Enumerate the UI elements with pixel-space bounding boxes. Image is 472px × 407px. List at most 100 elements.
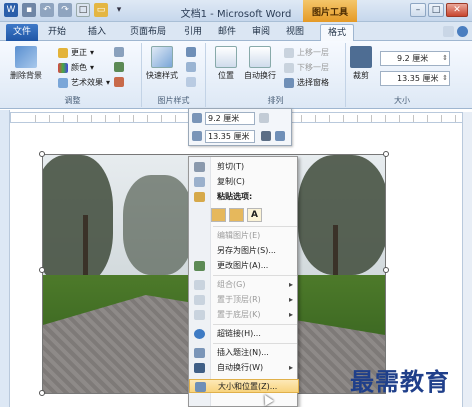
compress-pictures-icon[interactable] — [114, 47, 124, 57]
menu-item-cut[interactable]: 剪切(T) — [189, 160, 299, 174]
arrange-group-label: 排列 — [267, 96, 284, 105]
paste-icon — [194, 192, 205, 202]
artistic-effects-button[interactable]: 艺术效果 ▾ — [58, 77, 110, 88]
menu-item-insert-caption[interactable]: 插入题注(N)... — [189, 346, 299, 360]
tab-view[interactable]: 视图 — [282, 24, 308, 41]
remove-background-button[interactable]: 删除背景 — [6, 46, 46, 81]
tab-references[interactable]: 引用 — [180, 24, 206, 41]
close-icon[interactable]: ✕ — [446, 3, 468, 17]
ribbon: 删除背景 更正 ▾ 颜色 ▾ 艺术效果 ▾ 调整 快速样式 图片样式 位置 自动… — [0, 41, 472, 109]
menu-item-bring-to-front[interactable]: 置于顶层(R) ▸ — [189, 293, 299, 307]
selection-pane-button[interactable]: 选择窗格 — [284, 77, 329, 88]
mini-width-field[interactable]: 13.35 厘米 — [205, 130, 255, 143]
wrap-text-icon — [194, 363, 205, 373]
paste-picture-icon[interactable] — [229, 208, 244, 222]
width-field[interactable]: 13.35 厘米 ⇕ — [380, 71, 450, 86]
paste-text-only-icon[interactable]: A — [247, 208, 262, 222]
menu-item-send-to-back[interactable]: 置于底层(K) ▸ — [189, 308, 299, 322]
resize-handle[interactable] — [383, 267, 389, 273]
context-menu: 剪切(T) 复制(C) 粘贴选项: A 编辑图片(E) 另存为图片(S)... … — [188, 156, 299, 407]
mini-toolbar: 9.2 厘米 13.35 厘米 — [188, 108, 292, 146]
bring-forward-button[interactable]: 上移一层 — [284, 47, 329, 58]
copy-icon — [194, 177, 205, 187]
picture-styles-group-label: 图片样式 — [157, 96, 190, 105]
crop-icon — [350, 46, 372, 68]
vertical-scrollbar[interactable] — [462, 112, 472, 407]
submenu-arrow-icon: ▸ — [288, 295, 293, 304]
artistic-effects-icon — [58, 77, 68, 88]
selection-pane-icon — [284, 77, 294, 88]
vertical-ruler[interactable] — [0, 122, 10, 407]
bring-forward-icon[interactable] — [259, 113, 269, 123]
picture-effects-icon[interactable] — [186, 62, 196, 72]
submenu-arrow-icon: ▸ — [288, 363, 293, 372]
wrap-text-icon — [249, 46, 271, 68]
resize-handle[interactable] — [39, 151, 45, 157]
height-field[interactable]: 9.2 厘米 ⇕ — [380, 51, 450, 66]
ribbon-tabs: 文件 开始 插入 页面布局 引用 邮件 审阅 视图 格式 — [0, 22, 472, 41]
position-icon — [215, 46, 237, 68]
window-controls: – □ ✕ — [410, 3, 468, 17]
adjust-group-label: 调整 — [64, 96, 81, 105]
title-bar: W ▪ ↶ ↷ □ ▭ ▾ 文档1 - Microsoft Word 图片工具 … — [0, 0, 472, 22]
width-spinner-icon[interactable]: ⇕ — [442, 72, 448, 85]
send-to-back-icon — [194, 310, 205, 320]
bring-forward-icon — [284, 47, 294, 58]
bring-to-front-icon — [194, 295, 205, 305]
submenu-arrow-icon: ▸ — [288, 280, 293, 289]
crop-icon[interactable] — [261, 131, 271, 141]
tab-file[interactable]: 文件 — [6, 24, 38, 41]
send-backward-icon — [284, 62, 294, 73]
size-group: 裁剪 9.2 厘米 ⇕ 13.35 厘米 ⇕ 大小 — [346, 43, 458, 107]
tab-format[interactable]: 格式 — [320, 24, 354, 41]
paste-keep-source-icon[interactable] — [211, 208, 226, 222]
size-group-label: 大小 — [394, 96, 410, 105]
hyperlink-icon — [194, 329, 205, 339]
reset-picture-icon[interactable] — [114, 77, 124, 87]
menu-item-save-as-picture[interactable]: 另存为图片(S)... — [189, 244, 299, 258]
resize-handle[interactable] — [39, 267, 45, 273]
cut-icon — [194, 162, 205, 172]
tab-page-layout[interactable]: 页面布局 — [124, 24, 172, 41]
help-icon[interactable] — [457, 26, 468, 37]
height-spinner-icon[interactable]: ⇕ — [442, 52, 448, 65]
tab-mailings[interactable]: 邮件 — [214, 24, 240, 41]
submenu-arrow-icon: ▸ — [288, 310, 293, 319]
picture-styles-group: 快速样式 图片样式 — [142, 43, 206, 107]
height-icon — [192, 113, 202, 123]
menu-item-group[interactable]: 组合(G) ▸ — [189, 278, 299, 292]
ruler-corner[interactable] — [0, 110, 10, 122]
mini-height-field[interactable]: 9.2 厘米 — [205, 112, 255, 125]
send-backward-button[interactable]: 下移一层 — [284, 62, 329, 73]
menu-item-size-and-position[interactable]: 大小和位置(Z)... — [189, 379, 299, 393]
corrections-button[interactable]: 更正 ▾ — [58, 47, 94, 58]
tab-insert[interactable]: 插入 — [84, 24, 110, 41]
resize-handle[interactable] — [39, 390, 45, 396]
arrange-group: 位置 自动换行 上移一层 下移一层 选择窗格 排列 — [206, 43, 346, 107]
change-picture-icon[interactable] — [114, 62, 124, 72]
picture-tools-label: 图片工具 — [303, 0, 357, 22]
minimize-icon[interactable]: – — [410, 3, 426, 17]
picture-border-icon[interactable] — [186, 47, 196, 57]
menu-item-edit-picture[interactable]: 编辑图片(E) — [189, 229, 299, 243]
size-and-position-icon — [195, 382, 206, 392]
wrap-text-button[interactable]: 自动换行 — [240, 46, 280, 81]
menu-item-copy[interactable]: 复制(C) — [189, 175, 299, 189]
maximize-icon[interactable]: □ — [428, 3, 444, 17]
quick-styles-button[interactable]: 快速样式 — [142, 46, 182, 81]
corrections-icon — [58, 47, 68, 58]
tab-review[interactable]: 审阅 — [248, 24, 274, 41]
collapse-ribbon-icon[interactable] — [443, 26, 454, 37]
color-button[interactable]: 颜色 ▾ — [58, 62, 94, 73]
group-icon — [194, 280, 205, 290]
picture-layout-icon[interactable] — [186, 77, 196, 87]
menu-item-change-picture[interactable]: 更改图片(A)... — [189, 259, 299, 273]
crop-button[interactable]: 裁剪 — [346, 46, 376, 81]
tab-home[interactable]: 开始 — [44, 24, 70, 41]
rotate-icon[interactable] — [275, 131, 285, 141]
menu-item-hyperlink[interactable]: 超链接(H)... — [189, 327, 299, 341]
menu-item-wrap-text[interactable]: 自动换行(W) ▸ — [189, 361, 299, 375]
color-icon — [58, 62, 68, 73]
resize-handle[interactable] — [383, 151, 389, 157]
remove-background-icon — [15, 46, 37, 68]
